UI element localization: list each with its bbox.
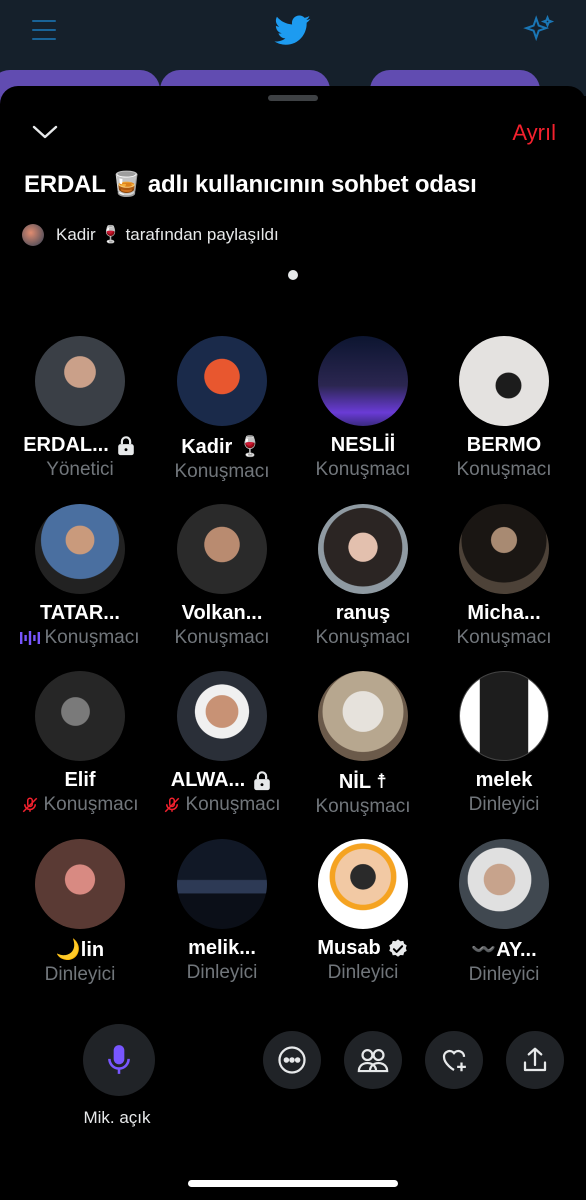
participant-name: ALWA... <box>170 769 246 791</box>
avatar[interactable] <box>22 224 44 246</box>
participant-name: melek <box>475 769 533 791</box>
participant-role: Dinleyici <box>327 962 399 983</box>
twitter-logo-icon <box>274 15 311 45</box>
mic-muted-icon <box>23 797 38 813</box>
avatar[interactable] <box>318 504 408 594</box>
participant-name: Micha... <box>467 602 541 624</box>
avatar[interactable] <box>35 336 125 426</box>
heart-plus-icon <box>442 1049 466 1072</box>
more-icon <box>278 1046 306 1074</box>
menu-icon[interactable] <box>32 20 56 42</box>
participant-name: ERDAL... <box>23 434 109 456</box>
avatar[interactable] <box>35 839 125 929</box>
avatar[interactable] <box>318 671 408 761</box>
avatar[interactable] <box>459 671 549 761</box>
participant[interactable]: ALWA... Konuşmacı <box>152 671 292 816</box>
participant-role: Dinleyici <box>44 964 116 985</box>
avatar[interactable] <box>177 336 267 426</box>
participant[interactable]: melik... Dinleyici <box>152 839 292 984</box>
participant[interactable]: 🌙lin Dinleyici <box>10 839 150 986</box>
participant-role: Konuşmacı <box>43 794 139 815</box>
participant-role: Konuşmacı <box>456 627 552 648</box>
participant[interactable]: Musab Dinleyici <box>293 839 433 984</box>
avatar[interactable] <box>318 336 408 426</box>
avatar[interactable] <box>459 839 549 929</box>
sheet-grabber[interactable] <box>268 95 318 101</box>
participant[interactable]: melek Dinleyici <box>434 671 574 816</box>
participant[interactable]: ERDAL... Yönetici <box>10 336 150 481</box>
lock-icon <box>117 435 134 455</box>
more-button[interactable] <box>263 1031 321 1089</box>
participant-role: Dinleyici <box>186 962 258 983</box>
speaking-wave-icon <box>20 631 41 645</box>
avatar[interactable] <box>35 504 125 594</box>
share-icon <box>523 1047 547 1072</box>
avatar[interactable] <box>459 336 549 426</box>
verified-badge-icon <box>388 938 407 957</box>
avatar[interactable] <box>35 671 125 761</box>
avatar[interactable] <box>459 504 549 594</box>
participant-role: Konuşmacı <box>174 627 270 648</box>
shared-by-name[interactable]: Kadir 🍷 <box>56 225 122 245</box>
participants-button[interactable] <box>344 1031 402 1089</box>
sparkle-icon[interactable] <box>522 14 556 48</box>
mic-label: Mik. açık <box>83 1108 151 1127</box>
participant-name: melik... <box>188 937 256 959</box>
participant[interactable]: Micha... Konuşmacı <box>434 504 574 649</box>
mic-control <box>81 1024 157 1096</box>
participant-role: Konuşmacı <box>315 459 411 480</box>
participant[interactable]: NESLİİ Konuşmacı <box>293 336 433 481</box>
participant-role: Dinleyici <box>468 964 540 985</box>
participant-role: Konuşmacı <box>44 627 140 648</box>
participant-name: 🌙lin <box>55 939 105 961</box>
avatar[interactable] <box>177 504 267 594</box>
participant-name: 〰️AY... <box>471 939 537 961</box>
mic-button[interactable] <box>83 1024 155 1096</box>
chevron-down-icon[interactable] <box>32 124 58 140</box>
shared-by: Kadir 🍷 tarafından paylaşıldı <box>22 222 279 248</box>
mic-muted-icon <box>165 797 180 813</box>
people-icon <box>357 1049 389 1073</box>
avatar[interactable] <box>177 839 267 929</box>
app-top-bar <box>0 0 586 70</box>
participant-role: Konuşmacı <box>315 796 411 817</box>
participant-name: NESLİİ <box>330 434 396 456</box>
participant[interactable]: NİL ☨ Konuşmacı <box>293 671 433 818</box>
participant-role: Konuşmacı <box>174 461 270 482</box>
room-title: ERDAL 🥃 adlı kullanıcının sohbet odası <box>24 171 477 198</box>
participant-name: BERMO <box>466 434 542 456</box>
home-indicator <box>188 1180 398 1187</box>
participant-role: Konuşmacı <box>315 627 411 648</box>
participant[interactable]: Elif Konuşmacı <box>10 671 150 816</box>
lock-icon <box>254 770 271 790</box>
participant-role: Dinleyici <box>468 794 540 815</box>
participant-name: Elif <box>64 769 96 791</box>
page-indicator <box>288 270 298 280</box>
participant-role: Konuşmacı <box>456 459 552 480</box>
avatar[interactable] <box>318 839 408 929</box>
avatar[interactable] <box>177 671 267 761</box>
microphone-icon <box>108 1045 130 1074</box>
participant-name: TATAR... <box>40 602 120 624</box>
participant[interactable]: Kadir 🍷 Konuşmacı <box>152 336 292 483</box>
participant[interactable]: Volkan... Konuşmacı <box>152 504 292 649</box>
participant[interactable]: TATAR... Konuşmacı <box>10 504 150 649</box>
participant[interactable]: ranuş Konuşmacı <box>293 504 433 649</box>
shared-by-suffix: tarafından paylaşıldı <box>125 225 279 244</box>
participant-name: Musab <box>317 937 381 959</box>
participant-name: NİL ☨ <box>338 771 388 793</box>
participant-name: Volkan... <box>181 602 263 624</box>
participant-role: Yönetici <box>46 459 114 480</box>
share-button[interactable] <box>506 1031 564 1089</box>
participant[interactable]: 〰️AY... Dinleyici <box>434 839 574 986</box>
leave-button[interactable]: Ayrıl <box>512 120 556 146</box>
react-button[interactable] <box>425 1031 483 1089</box>
participant[interactable]: BERMO Konuşmacı <box>434 336 574 481</box>
participant-role: Konuşmacı <box>185 794 281 815</box>
participant-name: Kadir 🍷 <box>181 436 263 458</box>
participant-name: ranuş <box>335 602 391 624</box>
